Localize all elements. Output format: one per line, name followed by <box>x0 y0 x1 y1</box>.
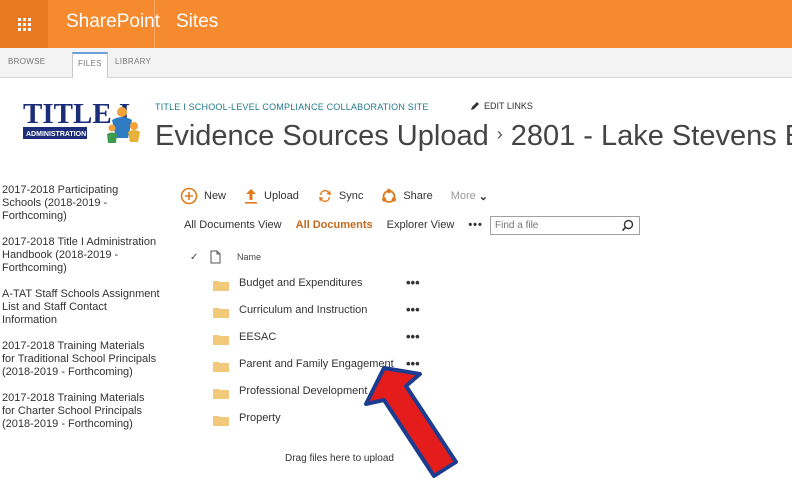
folder-icon <box>213 389 229 399</box>
title-i-logo[interactable]: TITLE I ADMINISTRATION <box>20 96 146 148</box>
site-breadcrumb-link[interactable]: TITLE I SCHOOL-LEVEL COMPLIANCE COLLABOR… <box>155 102 429 112</box>
nav-item-participating-schools[interactable]: 2017-2018 Participating Schools (2018-20… <box>0 184 160 223</box>
edit-links-button[interactable]: EDIT LINKS <box>470 101 533 111</box>
folder-name-link[interactable]: Professional Development <box>239 385 367 397</box>
search-box[interactable] <box>490 216 640 235</box>
ribbon-tabs: BROWSE FILES LIBRARY <box>0 48 792 78</box>
item-menu-button[interactable]: ••• <box>406 329 420 344</box>
logo-figure-head <box>117 107 127 117</box>
edit-links-label: EDIT LINKS <box>484 101 533 111</box>
more-views-button[interactable]: ••• <box>468 219 483 231</box>
upload-arrow-icon <box>245 189 258 204</box>
upload-label: Upload <box>264 190 299 202</box>
breadcrumb-chevron-icon: › <box>496 124 503 144</box>
share-icon <box>382 188 397 203</box>
suite-bar-divider <box>154 0 155 48</box>
item-menu-button[interactable]: ••• <box>406 275 420 290</box>
folder-icon <box>213 335 229 345</box>
view-selector: All Documents View All Documents Explore… <box>184 219 497 231</box>
folder-name-link[interactable]: Property <box>239 412 281 424</box>
tab-library[interactable]: LIBRARY <box>115 57 151 66</box>
new-button[interactable]: New <box>180 187 226 205</box>
sites-link[interactable]: Sites <box>176 11 218 33</box>
upload-button[interactable]: Upload <box>244 188 299 204</box>
folder-name-link[interactable]: Curriculum and Instruction <box>239 304 367 316</box>
plus-circle-icon <box>180 187 198 205</box>
suite-bar: SharePoint Sites <box>0 0 792 48</box>
more-label: More <box>450 190 476 202</box>
search-icon[interactable] <box>621 219 634 232</box>
command-bar: New Upload Sync Share More ⌄ <box>180 186 488 206</box>
app-launcher-icon[interactable] <box>0 0 48 48</box>
folder-icon <box>213 362 229 372</box>
more-commands-button[interactable]: More ⌄ <box>451 190 488 203</box>
folder-icon <box>213 416 229 426</box>
view-all-documents[interactable]: All Documents <box>296 219 373 231</box>
list-header: ✓ Name <box>190 250 430 265</box>
nav-item-handbook[interactable]: 2017-2018 Title I Administration Handboo… <box>0 236 160 275</box>
column-header-name[interactable]: Name <box>237 252 261 262</box>
tab-browse[interactable]: BROWSE <box>8 57 45 66</box>
annotation-arrow-icon <box>364 366 458 478</box>
share-label: Share <box>403 190 433 202</box>
new-label: New <box>204 190 227 202</box>
nav-item-staff-assignment[interactable]: A-TAT Staff Schools Assignment List and … <box>0 288 160 327</box>
view-explorer[interactable]: Explorer View <box>387 219 455 231</box>
folder-name-link[interactable]: Budget and Expenditures <box>239 277 363 289</box>
folder-name-link[interactable]: EESAC <box>239 331 276 343</box>
share-button[interactable]: Share <box>381 188 433 204</box>
document-type-icon <box>210 250 221 264</box>
tab-files[interactable]: FILES <box>72 52 108 78</box>
pencil-icon <box>471 102 479 110</box>
chevron-down-icon: ⌄ <box>478 190 488 203</box>
search-input[interactable] <box>495 219 613 232</box>
nav-item-training-traditional[interactable]: 2017-2018 Training Materials for Traditi… <box>0 340 160 379</box>
select-all-checkmark-icon[interactable]: ✓ <box>190 252 198 263</box>
page-title-main: Evidence Sources Upload <box>155 120 489 152</box>
page-title: Evidence Sources Upload › 2801 - Lake Stev… <box>155 120 792 153</box>
folder-icon <box>213 281 229 291</box>
sync-button[interactable]: Sync <box>317 188 363 204</box>
item-menu-button[interactable]: ••• <box>406 302 420 317</box>
page-title-sub: 2801 - Lake Stevens Eleme <box>510 120 792 152</box>
logo-subtext: ADMINISTRATION <box>26 131 86 138</box>
folder-icon <box>213 308 229 318</box>
list-item[interactable]: Budget and Expenditures ••• <box>213 275 453 303</box>
nav-item-training-charter[interactable]: 2017-2018 Training Materials for Charter… <box>0 392 160 431</box>
list-item[interactable]: Curriculum and Instruction ••• <box>213 302 453 330</box>
sharepoint-brand-link[interactable]: SharePoint <box>66 11 160 33</box>
sync-icon <box>318 190 331 202</box>
sync-label: Sync <box>338 190 364 202</box>
list-item[interactable]: EESAC ••• <box>213 329 453 357</box>
view-all-documents-view[interactable]: All Documents View <box>184 219 282 231</box>
quick-launch-nav: 2017-2018 Participating Schools (2018-20… <box>0 184 160 444</box>
